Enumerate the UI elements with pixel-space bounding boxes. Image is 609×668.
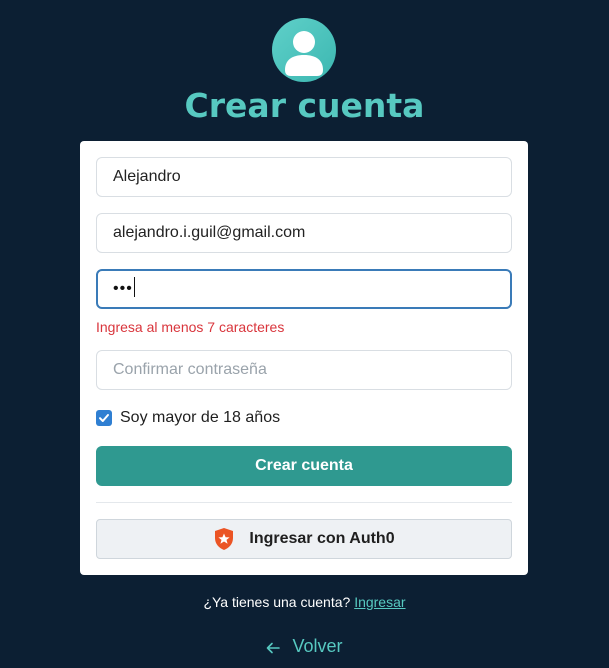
create-account-button[interactable]: Crear cuenta bbox=[96, 446, 512, 486]
auth0-logo-icon bbox=[215, 528, 234, 550]
page-title: Crear cuenta bbox=[184, 86, 425, 125]
password-field[interactable]: ••• bbox=[96, 269, 512, 309]
email-value: alejandro.i.guil@gmail.com bbox=[113, 224, 306, 241]
arrow-left-icon bbox=[267, 642, 281, 654]
register-form-card: Alejandro alejandro.i.guil@gmail.com •••… bbox=[80, 141, 528, 575]
signin-prompt: ¿Ya tienes una cuenta? Ingresar bbox=[0, 594, 609, 610]
create-account-button-label: Crear cuenta bbox=[255, 457, 353, 474]
register-page: Crear cuenta Alejandro alejandro.i.guil@… bbox=[0, 0, 609, 668]
checkmark-icon bbox=[99, 414, 109, 422]
signin-prompt-text: ¿Ya tienes una cuenta? bbox=[203, 594, 351, 610]
password-masked-value: ••• bbox=[113, 280, 133, 297]
email-field[interactable]: alejandro.i.guil@gmail.com bbox=[96, 213, 512, 253]
age-checkbox[interactable] bbox=[96, 410, 112, 426]
age-checkbox-label: Soy mayor de 18 años bbox=[120, 409, 281, 426]
signin-link[interactable]: Ingresar bbox=[354, 594, 405, 610]
user-avatar-icon bbox=[272, 18, 336, 82]
divider bbox=[96, 502, 512, 503]
text-caret bbox=[133, 276, 135, 297]
age-confirmation-row[interactable]: Soy mayor de 18 años bbox=[96, 408, 280, 428]
password-error-message: Ingresa al menos 7 caracteres bbox=[96, 319, 285, 335]
name-value: Alejandro bbox=[113, 168, 181, 185]
name-field[interactable]: Alejandro bbox=[96, 157, 512, 197]
auth0-button-label: Ingresar con Auth0 bbox=[249, 530, 395, 547]
confirm-password-placeholder: Confirmar contraseña bbox=[113, 361, 267, 378]
back-link[interactable]: Volver bbox=[0, 636, 609, 657]
back-label: Volver bbox=[292, 636, 343, 656]
auth0-login-button[interactable]: Ingresar con Auth0 bbox=[96, 519, 512, 559]
confirm-password-field[interactable]: Confirmar contraseña bbox=[96, 350, 512, 390]
